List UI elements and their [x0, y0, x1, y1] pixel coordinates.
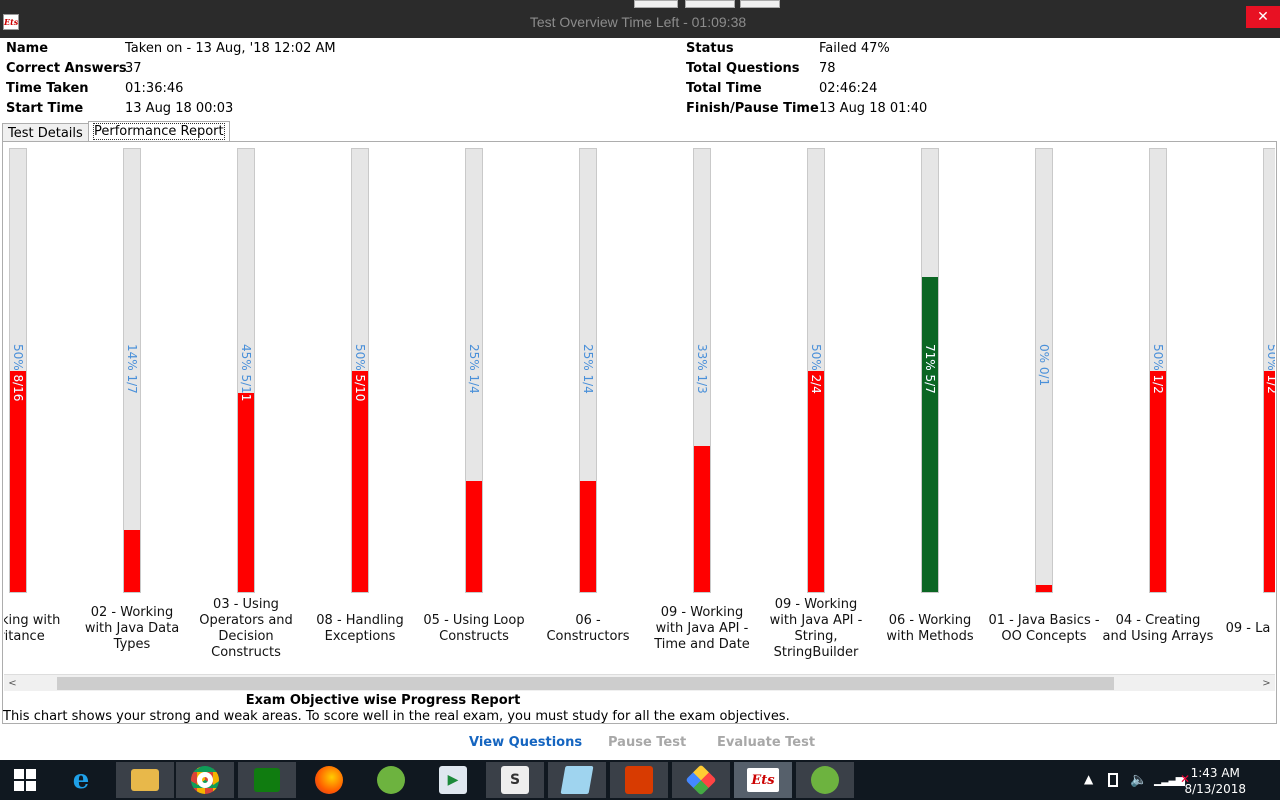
battery-icon[interactable] — [1108, 773, 1118, 787]
chart-description: This chart shows your strong and weak ar… — [3, 709, 790, 724]
bar — [808, 370, 824, 592]
category-label: 01 - Java Basics - OO Concepts — [988, 613, 1100, 644]
performance-report-panel: 50% 8/1650% 8/16Working with eritance14%… — [2, 141, 1277, 724]
spring-icon[interactable] — [362, 762, 420, 798]
sublime-icon[interactable]: S — [486, 762, 544, 798]
status-label: Status — [686, 41, 734, 56]
tab-label: Performance Report — [93, 123, 225, 140]
windows-icon[interactable] — [0, 762, 50, 798]
bar — [1150, 370, 1166, 592]
spring-icon-2[interactable] — [796, 762, 854, 798]
bar — [922, 277, 938, 592]
scroll-left-arrow[interactable]: < — [4, 675, 21, 692]
store-icon[interactable] — [238, 762, 296, 798]
clock-time: 1:43 AM — [1190, 766, 1240, 780]
pause-test-button[interactable]: Pause Test — [608, 735, 686, 750]
finish-time-label: Finish/Pause Time — [686, 101, 819, 116]
tray-expand-icon[interactable]: ▲ — [1084, 772, 1093, 786]
bar — [1036, 585, 1052, 592]
start-time-value: 13 Aug 18 00:03 — [125, 101, 234, 116]
category-label: Working with eritance — [4, 613, 61, 644]
chart-title: Exam Objective wise Progress Report — [245, 693, 521, 708]
name-label: Name — [6, 41, 49, 56]
progress-chart: 50% 8/1650% 8/16Working with eritance14%… — [4, 143, 1275, 673]
ie-icon[interactable]: e — [52, 762, 110, 798]
chrome-icon[interactable] — [176, 762, 234, 798]
name-value: Taken on - 13 Aug, '18 12:02 AM — [125, 41, 336, 56]
close-button[interactable]: ✕ — [1246, 6, 1280, 28]
tab-test-details[interactable]: Test Details — [2, 123, 89, 143]
total-questions-value: 78 — [819, 61, 836, 76]
time-taken-value: 01:36:46 — [125, 81, 184, 96]
category-label: 08 - Handling Exceptions — [316, 613, 404, 644]
git-icon[interactable] — [672, 762, 730, 798]
correct-answers-label: Correct Answers — [6, 61, 127, 76]
media-player-icon[interactable]: ▶ — [424, 762, 482, 798]
bar — [10, 370, 26, 592]
bar-value-label: 25% 1/4 — [581, 344, 595, 394]
bar — [466, 481, 482, 592]
background-window-strip — [634, 0, 678, 8]
category-label: 06 - Working with Methods — [886, 613, 974, 644]
window-title: Test Overview Time Left - 01:09:38 — [529, 14, 747, 30]
category-label: 09 - Working with Java API - Time and Da… — [654, 605, 750, 652]
category-label: 03 - Using Operators and Decision Constr… — [199, 597, 293, 660]
bar — [238, 392, 254, 592]
total-time-value: 02:46:24 — [819, 81, 878, 96]
time-taken-label: Time Taken — [6, 81, 89, 96]
windows-taskbar: e ▶ S Ets ▲ 🔈 ▁▂▃▅ ✕ 1:43 AM 8/13/2018 — [0, 760, 1280, 800]
status-value: Failed 47% — [819, 41, 890, 56]
bar-value-label: 14% 1/7 — [125, 344, 139, 394]
scroll-thumb[interactable] — [57, 677, 1114, 690]
total-time-label: Total Time — [686, 81, 762, 96]
background-window-strip — [740, 0, 780, 8]
volume-icon[interactable]: 🔈 — [1130, 772, 1147, 788]
bar-value-label-overlay: 71% 5/7 — [923, 344, 937, 394]
correct-answers-value: 37 — [125, 61, 142, 76]
ets-icon[interactable]: Ets — [734, 762, 792, 798]
tab-label: Test Details — [8, 126, 83, 141]
category-label: 06 - Constructors — [546, 613, 630, 644]
network-icon[interactable]: ▁▂▃▅ — [1154, 772, 1185, 786]
summary-panel: Name Taken on - 13 Aug, '18 12:02 AM Cor… — [0, 40, 1280, 120]
bar — [1264, 370, 1275, 592]
total-questions-label: Total Questions — [686, 61, 800, 76]
evaluate-test-button[interactable]: Evaluate Test — [717, 735, 815, 750]
tab-performance-report[interactable]: Performance Report — [88, 121, 230, 142]
firefox-icon[interactable] — [300, 762, 358, 798]
clock-date: 8/13/2018 — [1184, 782, 1246, 796]
background-window-strip — [685, 0, 735, 8]
bar-value-label: 25% 1/4 — [467, 344, 481, 394]
clock[interactable]: 1:43 AM 8/13/2018 — [1184, 765, 1246, 797]
category-label: 05 - Using Loop Constructs — [423, 613, 525, 644]
file-explorer-icon[interactable] — [116, 762, 174, 798]
scroll-right-arrow[interactable]: > — [1258, 675, 1275, 692]
category-label: 04 - Creating and Using Arrays — [1102, 613, 1214, 644]
bar — [694, 445, 710, 592]
category-label: 02 - Working with Java Data Types — [84, 605, 180, 652]
notepad-icon[interactable] — [548, 762, 606, 798]
bar — [352, 370, 368, 592]
office-icon[interactable] — [610, 762, 668, 798]
bar — [580, 481, 596, 592]
bar-value-label: 33% 1/3 — [695, 344, 709, 394]
bar — [124, 529, 140, 592]
finish-time-value: 13 Aug 18 01:40 — [819, 101, 928, 116]
horizontal-scrollbar[interactable]: < > — [4, 674, 1275, 691]
bar-value-label: 0% 0/1 — [1037, 344, 1051, 387]
view-questions-button[interactable]: View Questions — [469, 735, 582, 750]
category-label: 09 - Working with Java API - String, Str… — [769, 597, 863, 660]
start-time-label: Start Time — [6, 101, 84, 116]
category-label: 09 - La Expres — [1225, 621, 1275, 636]
